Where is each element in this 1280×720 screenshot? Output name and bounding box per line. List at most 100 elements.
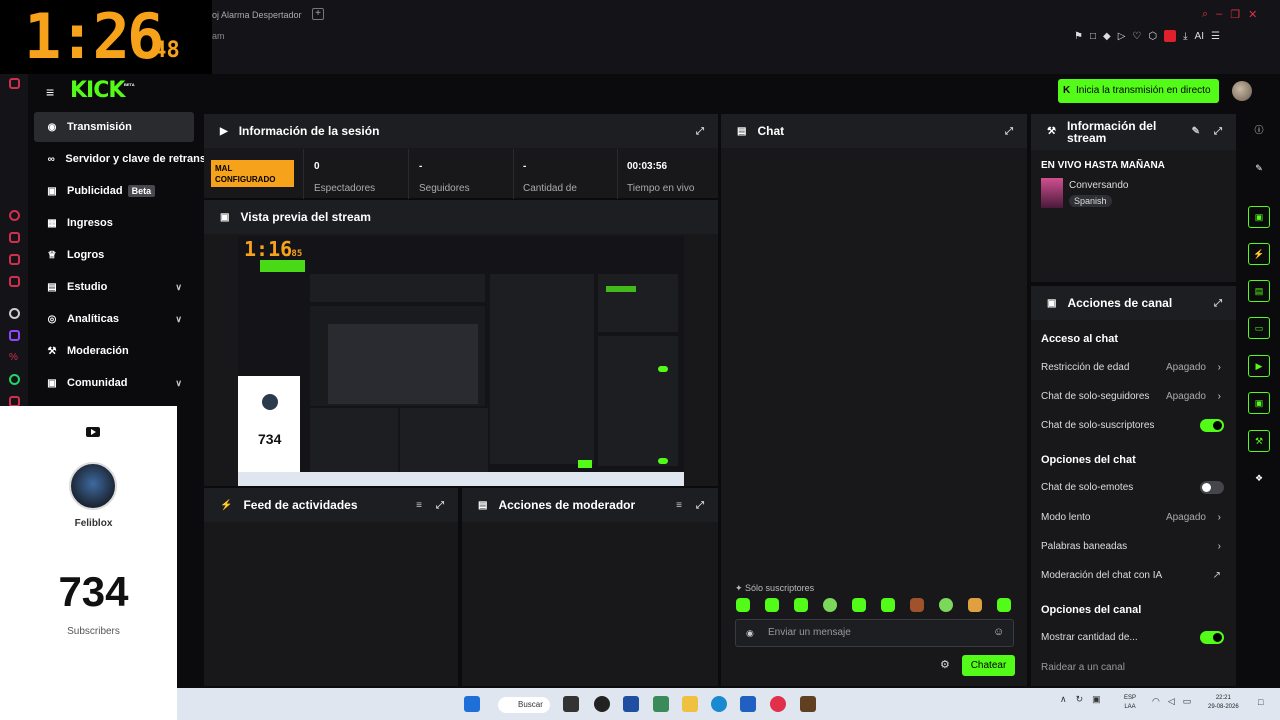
obs-icon[interactable] <box>594 696 610 712</box>
notification-icon[interactable]: □ <box>1258 697 1263 707</box>
expand-icon[interactable]: ⤢ <box>436 500 444 511</box>
send-icon[interactable]: ▷ <box>1118 31 1126 42</box>
chat-message-input[interactable]: Enviar un mensaje <box>735 619 1014 647</box>
restore-icon[interactable]: ❐ <box>1230 8 1240 21</box>
sidebar-item-analiticas[interactable]: ◎ Analíticas ∨ <box>34 304 194 334</box>
sync-icon[interactable]: ↻ <box>1076 694 1084 705</box>
emote-5[interactable] <box>852 598 866 612</box>
taskbar-search[interactable]: Buscar <box>498 697 550 713</box>
language-indicator[interactable]: ESP LAA <box>1124 694 1136 712</box>
recording-extension-icon[interactable] <box>1164 30 1177 42</box>
play-circle-icon[interactable]: ▶ <box>1248 355 1270 377</box>
app-tray-icon[interactable]: ▣ <box>1092 694 1101 705</box>
wifi-icon[interactable]: ◠ <box>1152 696 1160 707</box>
lightning-icon[interactable]: ⚡ <box>1248 243 1270 265</box>
address-bar[interactable]: am <box>212 31 225 41</box>
game-icon[interactable] <box>800 696 816 712</box>
extension-icon[interactable]: ⬡ <box>1148 31 1157 42</box>
kick-logo[interactable]: KICK <box>70 78 125 103</box>
opera-gx-icon[interactable] <box>770 696 786 712</box>
chat-messages-area[interactable] <box>721 150 1026 580</box>
percent-icon[interactable]: % <box>9 352 20 363</box>
app-icon[interactable] <box>623 696 639 712</box>
expand-icon[interactable]: ⤢ <box>696 126 704 137</box>
video-icon[interactable]: ▣ <box>1248 206 1270 228</box>
windows-start-icon[interactable] <box>464 696 480 712</box>
search-icon[interactable]: ⌕ <box>1202 8 1208 21</box>
sidebar-item-estudio[interactable]: ▤ Estudio ∨ <box>34 272 194 302</box>
close-icon[interactable]: ✕ <box>1248 8 1257 21</box>
pin-icon[interactable]: ⚑ <box>1074 31 1083 42</box>
category-thumbnail[interactable] <box>1041 178 1063 208</box>
filter-icon[interactable]: ≡ <box>416 500 422 511</box>
show-count-toggle[interactable] <box>1200 631 1224 644</box>
expand-icon[interactable]: ⤢ <box>1005 126 1013 137</box>
edit-icon[interactable]: ✎ <box>1248 158 1270 180</box>
puzzle-icon[interactable]: ❖ <box>1248 468 1270 490</box>
openai-icon[interactable] <box>9 308 20 319</box>
new-tab-button[interactable]: + <box>312 8 324 20</box>
battery-icon[interactable]: ▭ <box>1183 696 1192 707</box>
user-avatar[interactable] <box>1232 81 1252 101</box>
clock-date[interactable]: 22:21 29-08-2026 <box>1208 694 1239 712</box>
shield-icon[interactable]: ◆ <box>1103 31 1111 42</box>
browser-tab[interactable]: oj Alarma Despertador <box>212 10 302 20</box>
banned-words-row[interactable]: Palabras baneadas › <box>1041 536 1224 558</box>
start-stream-button[interactable]: Inicia la transmisión en directo <box>1058 79 1219 103</box>
app-icon[interactable] <box>9 276 20 287</box>
sidebar-item-ingresos[interactable]: ▦ Ingresos <box>34 208 194 238</box>
emotes-only-toggle[interactable] <box>1200 481 1224 494</box>
emote-9[interactable] <box>968 598 982 612</box>
emote-10[interactable] <box>997 598 1011 612</box>
emote-8[interactable] <box>939 598 953 612</box>
sidebar-app-icon[interactable] <box>9 78 20 89</box>
sidebar-item-publicidad[interactable]: ▣ Publicidad Beta <box>34 176 194 206</box>
emote-4[interactable] <box>823 598 837 612</box>
volume-icon[interactable]: ◁ <box>1168 696 1175 707</box>
app-icon-3[interactable] <box>740 696 756 712</box>
ai-button[interactable]: AI <box>1195 31 1204 42</box>
ai-moderation-row[interactable]: Moderación del chat con IA ↗ <box>1041 565 1224 587</box>
emote-2[interactable] <box>765 598 779 612</box>
emote-6[interactable] <box>881 598 895 612</box>
sidebar-item-comunidad[interactable]: ▣ Comunidad ∨ <box>34 368 194 398</box>
channel-icon[interactable]: ▣ <box>1248 392 1270 414</box>
wrench-icon[interactable]: ⚒ <box>1248 430 1270 452</box>
gear-icon[interactable]: ⚙ <box>940 658 950 671</box>
emote-7[interactable] <box>910 598 924 612</box>
sidebar-item-moderacion[interactable]: ⚒ Moderación <box>34 336 194 366</box>
twitch-purple-icon[interactable] <box>9 330 20 341</box>
heart-icon[interactable]: ♡ <box>1132 31 1141 42</box>
list-icon[interactable]: ▤ <box>1248 280 1270 302</box>
hamburger-menu-icon[interactable]: ≡ <box>46 84 54 100</box>
download-icon[interactable]: ⤓ <box>1183 31 1187 42</box>
followers-only-row[interactable]: Chat de solo-seguidores Apagado › <box>1041 386 1224 408</box>
expand-icon[interactable]: ⤢ <box>1214 126 1222 138</box>
task-view-icon[interactable] <box>563 696 579 712</box>
sidebar-item-servidor[interactable]: ∞ Servidor y clave de retrans <box>34 144 206 174</box>
sidebar-item-transmision[interactable]: ◉ Transmisión <box>34 112 194 142</box>
instagram-icon[interactable] <box>9 232 20 243</box>
stream-preview-video[interactable]: 1:16 .85 734 <box>238 236 684 486</box>
expand-icon[interactable]: ⤢ <box>696 500 704 511</box>
chevron-up-icon[interactable]: ∧ <box>1060 694 1067 705</box>
sidebar-item-logros[interactable]: ♕ Logros <box>34 240 194 270</box>
emote-1[interactable] <box>736 598 750 612</box>
menu-icon[interactable]: ☰ <box>1211 31 1220 42</box>
age-restriction-row[interactable]: Restricción de edad Apagado › <box>1041 357 1224 379</box>
bookmark-icon[interactable]: □ <box>1090 31 1096 42</box>
twitch-icon[interactable] <box>9 254 20 265</box>
slow-mode-row[interactable]: Modo lento Apagado › <box>1041 507 1224 529</box>
app-icon-2[interactable] <box>653 696 669 712</box>
category-name[interactable]: Conversando <box>1069 180 1128 191</box>
filter-icon[interactable]: ≡ <box>676 500 682 511</box>
info-icon[interactable]: ⓘ <box>1248 120 1270 142</box>
edge-icon[interactable] <box>711 696 727 712</box>
whatsapp-icon[interactable] <box>9 374 20 385</box>
emote-3[interactable] <box>794 598 808 612</box>
minimize-icon[interactable]: – <box>1216 8 1222 21</box>
subs-only-toggle[interactable] <box>1200 419 1224 432</box>
chat-send-button[interactable]: Chatear <box>962 655 1015 676</box>
raid-row[interactable]: Raidear a un canal <box>1041 657 1224 679</box>
emoji-icon[interactable]: ☺ <box>993 626 1004 638</box>
